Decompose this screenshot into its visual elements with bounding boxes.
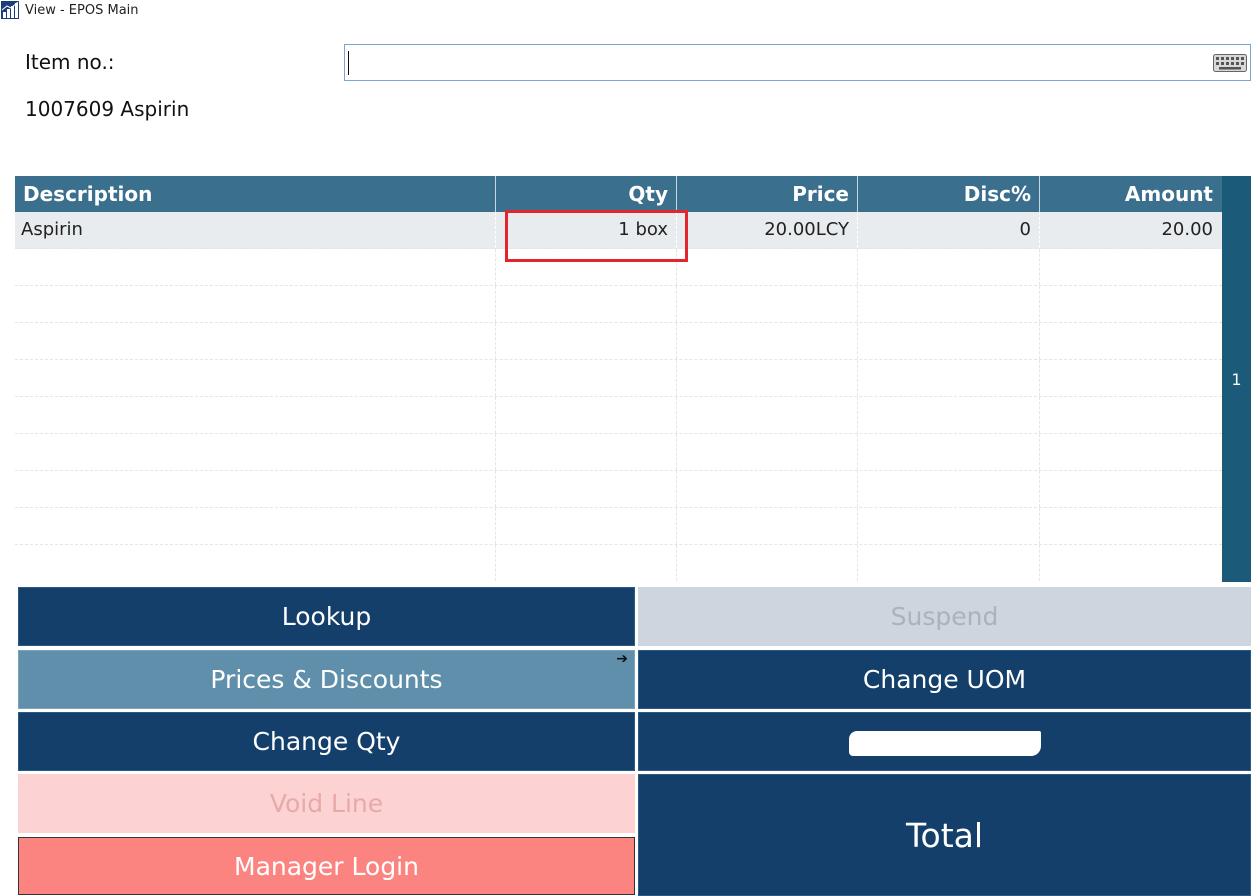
empty-row — [15, 508, 1222, 545]
column-header-description[interactable]: Description — [15, 176, 496, 212]
column-header-disc[interactable]: Disc% — [858, 176, 1040, 212]
grid-header: Description Qty Price Disc% Amount — [15, 176, 1222, 212]
empty-row — [15, 397, 1222, 434]
qty-highlight-annotation — [505, 210, 688, 262]
cell-description: Aspirin — [15, 212, 496, 248]
item-no-label: Item no.: — [25, 50, 115, 74]
cell-price: 20.00LCY — [677, 212, 858, 248]
title-bar: View - EPOS Main — [0, 0, 1251, 20]
item-no-input[interactable] — [347, 47, 1207, 78]
keyboard-icon[interactable] — [1212, 53, 1248, 73]
column-header-amount[interactable]: Amount — [1040, 176, 1222, 212]
grid-page-scroller[interactable]: 1 — [1222, 176, 1251, 582]
item-description: 1007609 Aspirin — [25, 97, 190, 121]
suspend-button[interactable]: Suspend — [638, 587, 1251, 646]
empty-row — [15, 360, 1222, 397]
empty-row — [15, 471, 1222, 508]
column-header-qty[interactable]: Qty — [496, 176, 677, 212]
lookup-button[interactable]: Lookup — [18, 587, 635, 646]
empty-row — [15, 323, 1222, 360]
item-no-field[interactable] — [344, 44, 1251, 81]
cell-amount: 20.00 — [1161, 219, 1213, 240]
prices-discounts-button[interactable]: Prices & Discounts ➔ — [18, 650, 635, 709]
change-uom-button[interactable]: Change UOM — [638, 650, 1251, 709]
submenu-arrow-icon: ➔ — [616, 651, 628, 667]
empty-row — [15, 286, 1222, 323]
page-number: 1 — [1231, 369, 1242, 389]
window-title: View - EPOS Main — [25, 2, 139, 18]
prices-discounts-label: Prices & Discounts — [210, 665, 443, 694]
cell-disc: 0 — [858, 212, 1040, 248]
empty-row — [15, 545, 1222, 582]
app-chart-icon — [1, 1, 19, 19]
grid-body: Aspirin 1 box 20.00LCY 0 20.00 — [15, 212, 1222, 582]
empty-row — [15, 434, 1222, 471]
redaction-mark — [849, 731, 1041, 756]
total-button[interactable]: Total — [638, 774, 1251, 896]
manager-login-button[interactable]: Manager Login — [18, 837, 635, 895]
change-qty-button[interactable]: Change Qty — [18, 712, 635, 771]
redacted-button[interactable] — [638, 712, 1251, 771]
column-header-price[interactable]: Price — [677, 176, 858, 212]
void-line-button[interactable]: Void Line — [18, 774, 635, 833]
